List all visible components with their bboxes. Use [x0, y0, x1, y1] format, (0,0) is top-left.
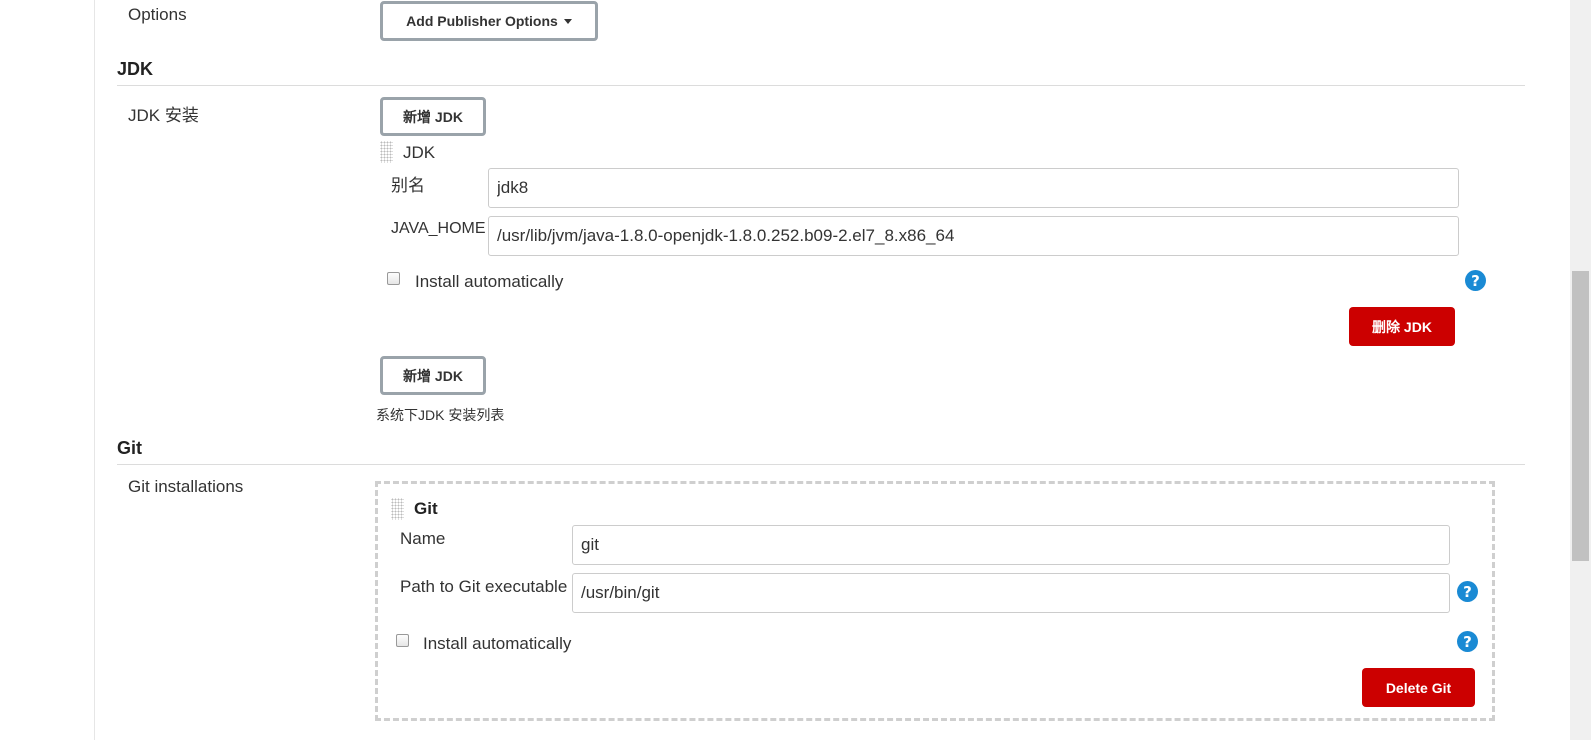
git-section-divider: [117, 464, 1525, 465]
java-home-label: JAVA_HOME: [391, 220, 486, 237]
jdk-section-divider: [117, 85, 1525, 86]
jdk-item-title: JDK: [403, 143, 436, 162]
jdk-installations-label: JDK 安装: [128, 106, 199, 125]
drag-handle-icon[interactable]: [391, 498, 404, 520]
scrollbar-thumb[interactable]: [1572, 271, 1589, 561]
git-name-input[interactable]: [572, 525, 1450, 565]
jdk-section-title: JDK: [117, 59, 154, 79]
git-section-title: Git: [117, 438, 142, 458]
add-jdk-button-bottom[interactable]: 新增 JDK: [380, 356, 486, 395]
add-jdk-button-bottom-label: 新增 JDK: [403, 367, 463, 384]
git-path-label: Path to Git executable: [400, 577, 568, 596]
jdk-alias-label: 别名: [391, 176, 425, 195]
git-install-automatically-label: Install automatically: [423, 634, 572, 653]
drag-handle-icon[interactable]: [380, 141, 393, 163]
jdk-install-automatically-checkbox[interactable]: [387, 272, 400, 285]
help-icon[interactable]: ?: [1465, 270, 1486, 291]
delete-git-label: Delete Git: [1385, 679, 1452, 696]
git-item-title: Git: [414, 499, 438, 518]
left-rail: [0, 0, 95, 740]
delete-jdk-button[interactable]: 删除 JDK: [1349, 307, 1455, 346]
publisher-options-label: Options: [128, 5, 187, 24]
caret-down-icon: [563, 18, 572, 24]
help-icon[interactable]: ?: [1457, 631, 1478, 652]
java-home-input[interactable]: [488, 216, 1459, 256]
git-install-automatically-checkbox[interactable]: [396, 634, 409, 647]
help-icon[interactable]: ?: [1457, 581, 1478, 602]
jdk-description: 系统下JDK 安装列表: [376, 407, 505, 423]
add-publisher-options-label: Add Publisher Options: [406, 13, 558, 29]
add-publisher-options-button[interactable]: Add Publisher Options: [380, 1, 598, 41]
vertical-scrollbar[interactable]: [1570, 0, 1591, 740]
git-name-label: Name: [400, 529, 446, 548]
add-jdk-button-top-label: 新增 JDK: [403, 108, 463, 125]
git-path-input[interactable]: [572, 573, 1450, 613]
jdk-install-automatically-label: Install automatically: [415, 272, 564, 291]
jdk-alias-input[interactable]: [488, 168, 1459, 208]
git-installations-label: Git installations: [128, 477, 244, 496]
delete-git-button[interactable]: Delete Git: [1362, 668, 1475, 707]
delete-jdk-label: 删除 JDK: [1372, 318, 1432, 335]
add-jdk-button-top[interactable]: 新增 JDK: [380, 97, 486, 136]
